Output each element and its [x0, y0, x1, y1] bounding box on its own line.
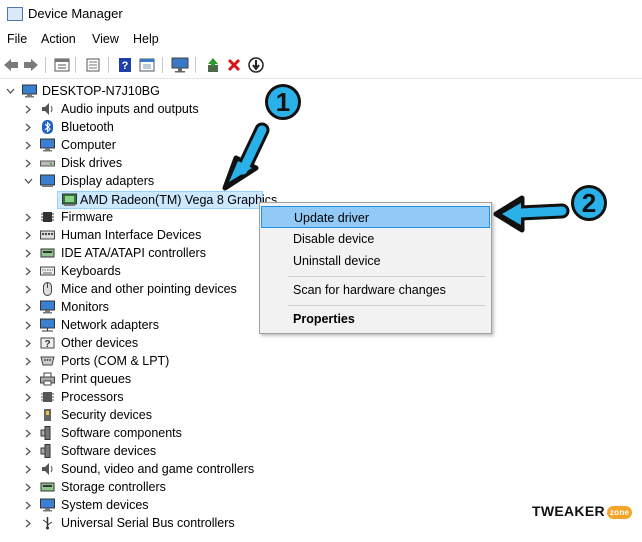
logo-zone-badge: zone	[606, 505, 633, 519]
step-badge-1: 1	[265, 84, 301, 120]
annotation-arrows	[222, 122, 570, 233]
step-badge-2: 2	[571, 185, 607, 221]
tweaker-zone-logo: TWEAKER zone	[532, 503, 633, 519]
annotation-arrow-1	[222, 122, 270, 191]
annotation-arrow-2	[493, 195, 570, 233]
logo-brand: TWEAKER	[532, 503, 605, 519]
